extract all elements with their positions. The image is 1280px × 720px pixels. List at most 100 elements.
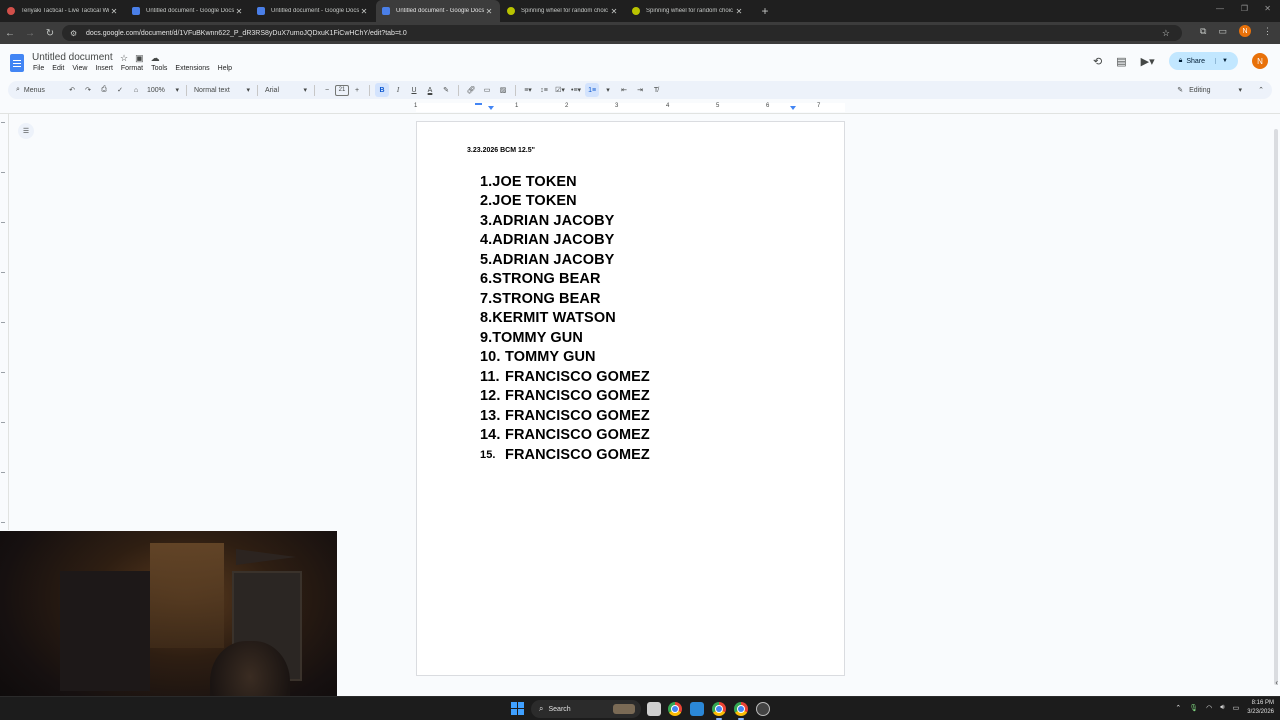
first-line-indent-marker[interactable] <box>475 103 482 105</box>
spellcheck-icon[interactable]: ✓ <box>113 83 127 97</box>
print-icon[interactable]: ⎙ <box>97 83 111 97</box>
menu-extensions[interactable]: Extensions <box>175 65 209 72</box>
close-tab-icon[interactable]: ✕ <box>484 7 494 16</box>
share-button[interactable]: 🔒︎ Share ▼ <box>1168 52 1238 70</box>
chrome-taskbar-icon[interactable] <box>712 702 726 720</box>
zoom-select[interactable]: 100% ▾ <box>145 83 181 97</box>
menu-insert[interactable]: Insert <box>95 65 113 72</box>
menu-format[interactable]: Format <box>121 65 143 72</box>
docs-logo-icon[interactable] <box>10 54 24 72</box>
site-info-icon[interactable]: ⚙ <box>70 29 82 38</box>
browser-tab[interactable]: Spinning wheel for random choic ✕ <box>626 0 750 22</box>
menu-help[interactable]: Help <box>218 65 232 72</box>
numbered-list-menu-icon[interactable]: ▾ <box>601 83 615 97</box>
scrollbar-thumb[interactable] <box>1274 129 1278 685</box>
star-icon[interactable]: ☆ <box>120 53 128 64</box>
bold-icon[interactable]: B <box>375 83 389 97</box>
list-item[interactable]: 12. FRANCISCO GOMEZ <box>480 387 650 407</box>
new-tab-button[interactable]: + <box>756 4 774 18</box>
chrome-taskbar-icon[interactable] <box>734 702 748 720</box>
bookmark-star-icon[interactable]: ☆ <box>1162 28 1170 39</box>
document-heading[interactable]: 3.23.2026 BCM 12.5" <box>467 147 535 154</box>
list-item[interactable]: 3. ADRIAN JACOBY <box>480 211 650 231</box>
text-color-icon[interactable]: A <box>423 83 437 97</box>
list-item[interactable]: 4. ADRIAN JACOBY <box>480 231 650 251</box>
volume-icon[interactable]: 🔊︎ <box>1220 704 1224 712</box>
close-window-icon[interactable]: ✕ <box>1264 4 1271 13</box>
browser-tab[interactable]: Untitled document - Google Docs ✕ <box>126 0 250 22</box>
side-panel-toggle-icon[interactable]: ‹ <box>1275 678 1278 687</box>
font-size-input[interactable]: 21 <box>335 84 349 96</box>
cast-icon[interactable]: ▭ <box>1218 26 1227 37</box>
checklist-icon[interactable]: ☑▾ <box>553 83 567 97</box>
underline-icon[interactable]: U <box>407 83 421 97</box>
bulleted-list-icon[interactable]: •≡▾ <box>569 83 583 97</box>
menu-edit[interactable]: Edit <box>52 65 64 72</box>
back-icon[interactable]: ← <box>0 28 20 39</box>
start-button-icon[interactable] <box>511 702 524 715</box>
comments-icon[interactable]: ▤ <box>1116 55 1126 68</box>
list-item[interactable]: 10. TOMMY GUN <box>480 348 650 368</box>
battery-icon[interactable]: ▭ <box>1233 704 1240 712</box>
profile-avatar[interactable]: N <box>1239 25 1251 37</box>
close-tab-icon[interactable]: ✕ <box>734 7 744 16</box>
list-item[interactable]: 2. JOE TOKEN <box>480 192 650 212</box>
decrease-indent-icon[interactable]: ⇤ <box>617 83 631 97</box>
increase-indent-icon[interactable]: ⇥ <box>633 83 647 97</box>
list-item[interactable]: 6. STRONG BEAR <box>480 270 650 290</box>
close-tab-icon[interactable]: ✕ <box>109 7 119 16</box>
increase-font-size-icon[interactable]: + <box>350 83 364 97</box>
minimize-icon[interactable]: — <box>1216 4 1224 13</box>
list-item[interactable]: 14. FRANCISCO GOMEZ <box>480 426 650 446</box>
font-select[interactable]: Arial ▾ <box>263 83 309 97</box>
list-item[interactable]: 5. ADRIAN JACOBY <box>480 250 650 270</box>
wifi-icon[interactable]: ◠ <box>1206 704 1212 712</box>
chrome-menu-icon[interactable]: ⋮ <box>1263 26 1272 37</box>
close-tab-icon[interactable]: ✕ <box>359 7 369 16</box>
menu-view[interactable]: View <box>72 65 87 72</box>
vertical-scrollbar[interactable] <box>1272 115 1280 696</box>
list-item[interactable]: 8. KERMIT WATSON <box>480 309 650 329</box>
url-text[interactable]: docs.google.com/document/d/1VFuBKwnn622_… <box>86 30 407 37</box>
menu-file[interactable]: File <box>33 65 44 72</box>
task-view-icon[interactable] <box>647 702 661 716</box>
link-icon[interactable]: 🔗︎ <box>464 83 478 97</box>
menus-search[interactable]: ⌕ Menus <box>8 86 64 94</box>
add-comment-icon[interactable]: ▭ <box>480 83 494 97</box>
list-item[interactable]: 13. FRANCISCO GOMEZ <box>480 406 650 426</box>
maximize-icon[interactable]: ❐ <box>1241 4 1248 13</box>
list-item[interactable]: 9. TOMMY GUN <box>480 328 650 348</box>
obs-taskbar-icon[interactable] <box>756 702 770 716</box>
move-folder-icon[interactable]: ▣ <box>135 53 144 64</box>
collapse-toolbar-icon[interactable]: ⌃ <box>1258 86 1264 94</box>
taskbar-search[interactable]: ⌕ Search <box>531 700 641 718</box>
list-item[interactable]: 11. FRANCISCO GOMEZ <box>480 367 650 387</box>
clear-formatting-icon[interactable]: T̸ <box>649 83 663 97</box>
style-select[interactable]: Normal text ▾ <box>192 83 252 97</box>
omnibox[interactable]: ⚙ docs.google.com/document/d/1VFuBKwnn62… <box>62 25 1182 41</box>
menu-tools[interactable]: Tools <box>151 65 167 72</box>
cloud-saved-icon[interactable]: ☁ <box>151 53 160 64</box>
document-page[interactable]: 3.23.2026 BCM 12.5" 1. JOE TOKEN 2. JOE TO… <box>416 121 845 676</box>
account-avatar[interactable]: N <box>1252 53 1268 69</box>
clock[interactable]: 8:16 PM 3/23/2026 <box>1247 699 1274 717</box>
list-item[interactable]: 15. FRANCISCO GOMEZ <box>480 445 650 465</box>
highlight-icon[interactable]: ✎ <box>439 83 453 97</box>
numbered-list-icon[interactable]: 1≡ <box>585 83 600 97</box>
left-indent-marker[interactable] <box>488 106 494 110</box>
right-indent-marker[interactable] <box>790 106 796 110</box>
list-item[interactable]: 1. JOE TOKEN <box>480 172 650 192</box>
line-spacing-icon[interactable]: ↕≡ <box>537 83 551 97</box>
document-outline-button[interactable]: ☰ <box>18 123 34 139</box>
app-taskbar-icon[interactable] <box>690 702 704 716</box>
editing-mode-select[interactable]: ✎ Editing ▾ <box>1177 86 1242 95</box>
paint-format-icon[interactable]: ⌂ <box>129 83 143 97</box>
forward-icon[interactable]: → <box>20 28 40 39</box>
align-icon[interactable]: ≡▾ <box>521 83 535 97</box>
browser-tab[interactable]: Untitled document - Google Docs ✕ <box>251 0 375 22</box>
mic-icon[interactable]: 🎙︎ <box>1189 704 1198 712</box>
undo-icon[interactable]: ↶ <box>65 83 79 97</box>
italic-icon[interactable]: I <box>391 83 405 97</box>
show-hidden-icons-icon[interactable]: ⌃ <box>1175 704 1181 712</box>
insert-image-icon[interactable]: ▨ <box>496 83 510 97</box>
